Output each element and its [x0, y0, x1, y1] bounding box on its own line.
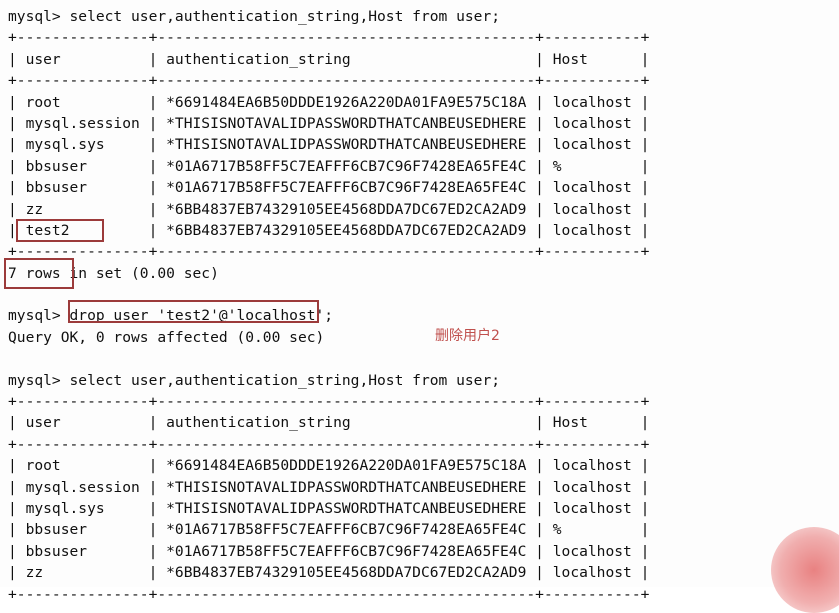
terminal-line: | mysql.sys | *THISISNOTAVALIDPASSWORDTH… — [8, 499, 650, 517]
mysql-terminal-window[interactable]: mysql> select user,authentication_string… — [0, 0, 839, 613]
terminal-line: | root | *6691484EA6B50DDDE1926A220DA01F… — [8, 457, 650, 475]
terminal-line: | user | authentication_string | Host | — [8, 50, 650, 68]
terminal-line: | test2 | *6BB4837EB74329105EE4568DDA7DC… — [8, 221, 650, 239]
terminal-line: +---------------+-----------------------… — [8, 29, 650, 47]
terminal-line: | zz | *6BB4837EB74329105EE4568DDA7DC67E… — [8, 200, 650, 218]
terminal-line: | bbsuser | *01A6717B58FF5C7EAFFF6CB7C96… — [8, 179, 650, 197]
terminal-line: | bbsuser | *01A6717B58FF5C7EAFFF6CB7C96… — [8, 157, 650, 175]
terminal-line: | root | *6691484EA6B50DDDE1926A220DA01F… — [8, 93, 650, 111]
terminal-line: | mysql.sys | *THISISNOTAVALIDPASSWORDTH… — [8, 136, 650, 154]
terminal-line: mysql> drop user 'test2'@'localhost'; — [8, 307, 334, 325]
terminal-line: 7 rows in set (0.00 sec) — [8, 264, 219, 282]
terminal-line: | bbsuser | *01A6717B58FF5C7EAFFF6CB7C96… — [8, 521, 650, 539]
terminal-line: +---------------+-----------------------… — [8, 243, 650, 261]
terminal-line: +---------------+-----------------------… — [8, 393, 650, 411]
terminal-line: | bbsuser | *01A6717B58FF5C7EAFFF6CB7C96… — [8, 542, 650, 560]
terminal-line: | mysql.session | *THISISNOTAVALIDPASSWO… — [8, 478, 650, 496]
terminal-line: | zz | *6BB4837EB74329105EE4568DDA7DC67E… — [8, 564, 650, 582]
console-output: mysql> select user,authentication_string… — [8, 6, 839, 605]
terminal-line: +---------------+-----------------------… — [8, 435, 650, 453]
terminal-line: | mysql.session | *THISISNOTAVALIDPASSWO… — [8, 114, 650, 132]
terminal-line: mysql> select user,authentication_string… — [8, 8, 501, 25]
terminal-line: +---------------+-----------------------… — [8, 72, 650, 90]
annotation-note-delete-user: 删除用户2 — [435, 328, 500, 344]
terminal-line: Query OK, 0 rows affected (0.00 sec) — [8, 328, 325, 346]
terminal-line: | user | authentication_string | Host | — [8, 414, 650, 432]
terminal-line: mysql> select user,authentication_string… — [8, 371, 501, 389]
